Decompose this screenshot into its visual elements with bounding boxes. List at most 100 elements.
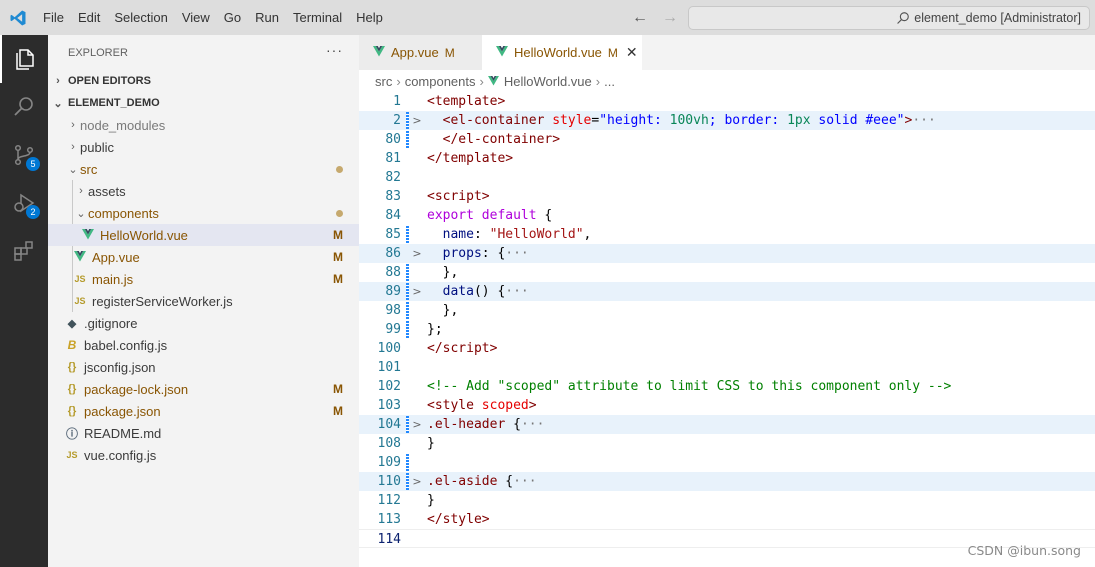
code-line: 113 </style>	[359, 510, 1095, 529]
tree-item-label: jsconfig.json	[84, 359, 156, 375]
tree-item-label: vue.config.js	[84, 447, 157, 463]
tree-item-gitignore[interactable]: ◆ .gitignore	[48, 312, 359, 334]
tree-item-label: public	[80, 139, 114, 155]
menu-go[interactable]: Go	[217, 0, 248, 35]
search-activity[interactable]	[0, 83, 48, 131]
code-editor[interactable]: 1 <template> 2 > <el-container style="he…	[359, 92, 1095, 567]
line-number: 103	[377, 398, 401, 413]
tree-item-label: App.vue	[92, 249, 140, 265]
run-debug-activity[interactable]: 2	[0, 179, 48, 227]
tree-item-app-vue[interactable]: App.vue M	[48, 246, 359, 268]
breadcrumb-file[interactable]: HelloWorld.vue	[504, 74, 592, 89]
code-line: 86 > props: {···	[359, 244, 1095, 263]
modified-dot-icon	[336, 209, 343, 217]
tree-item-label: node_modules	[80, 117, 166, 133]
tree-item-assets[interactable]: › assets	[48, 180, 359, 202]
line-number: 99	[385, 322, 401, 337]
tree-item-registerserviceworker-js[interactable]: JS registerServiceWorker.js	[48, 290, 359, 312]
code-text: name: "HelloWorld",	[442, 227, 592, 242]
modified-dot-icon	[336, 165, 343, 173]
code-text: },	[427, 303, 459, 318]
line-number: 101	[377, 360, 401, 375]
chevron-down-icon: ⌄	[68, 163, 78, 176]
tab-helloworld-vue[interactable]: HelloWorld.vue M ✕	[482, 35, 642, 70]
menu-edit[interactable]: Edit	[71, 0, 107, 35]
line-number: 114	[377, 532, 401, 547]
fold-chevron-icon[interactable]: >	[411, 111, 423, 130]
line-number: 80	[385, 132, 401, 147]
git-change-marker	[406, 226, 409, 243]
tree-item-label: .gitignore	[84, 315, 138, 331]
line-number: 2	[393, 113, 401, 128]
code-line: 82	[359, 168, 1095, 187]
search-text: element_demo [Administrator]	[914, 11, 1081, 25]
tree-item-src[interactable]: ⌄ src	[48, 158, 359, 180]
babel-file-icon: B	[67, 338, 77, 352]
code-line: 103 <style scoped>	[359, 396, 1095, 415]
back-arrow-icon[interactable]: ←	[632, 9, 648, 27]
chevron-right-icon: ›	[396, 73, 401, 89]
line-number: 98	[385, 303, 401, 318]
line-number: 83	[385, 189, 401, 204]
tree-item-package-lock-json[interactable]: {} package-lock.json M	[48, 378, 359, 400]
menu-view[interactable]: View	[175, 0, 217, 35]
chevron-right-icon: ›	[71, 119, 75, 131]
menu-selection[interactable]: Selection	[107, 0, 174, 35]
tree-item-helloworld-vue[interactable]: HelloWorld.vue M	[48, 224, 359, 246]
fold-chevron-icon[interactable]: >	[411, 415, 423, 434]
forward-arrow-icon[interactable]: →	[662, 9, 678, 27]
tree-item-label: src	[80, 161, 98, 177]
close-icon[interactable]: ✕	[626, 44, 638, 61]
tree-item-vue-config-js[interactable]: JS vue.config.js	[48, 444, 359, 466]
project-section[interactable]: ⌄ ELEMENT_DEMO	[48, 92, 359, 114]
code-text: .el-header {···	[427, 417, 545, 432]
tree-item-package-json[interactable]: {} package.json M	[48, 400, 359, 422]
line-number: 86	[385, 246, 401, 261]
files-icon	[16, 49, 34, 70]
modified-status: M	[333, 382, 343, 396]
activity-bar: 5 2	[0, 35, 48, 567]
code-line: 98 },	[359, 301, 1095, 320]
tree-item-node-modules[interactable]: › node_modules	[48, 114, 359, 136]
extensions-activity[interactable]	[0, 227, 48, 275]
git-file-icon: ◆	[67, 317, 77, 330]
menu-run[interactable]: Run	[248, 0, 286, 35]
more-actions-icon[interactable]: ···	[326, 42, 343, 58]
tree-item-public[interactable]: › public	[48, 136, 359, 158]
fold-chevron-icon[interactable]: >	[411, 282, 423, 301]
code-text: <el-container style="height: 100vh; bord…	[442, 113, 936, 128]
line-number: 110	[377, 474, 401, 489]
open-editors-section[interactable]: › OPEN EDITORS	[48, 70, 359, 92]
fold-chevron-icon[interactable]: >	[411, 244, 423, 263]
command-center-search[interactable]: element_demo [Administrator]	[688, 6, 1090, 30]
menu-file[interactable]: File	[36, 0, 71, 35]
breadcrumb-src[interactable]: src	[375, 74, 392, 89]
line-number: 84	[385, 208, 401, 223]
chevron-down-icon: ⌄	[76, 207, 86, 220]
tree-item-babel-config-js[interactable]: B babel.config.js	[48, 334, 359, 356]
tree-item-readme-md[interactable]: ⓘ README.md	[48, 422, 359, 444]
git-change-marker	[406, 131, 409, 148]
explorer-activity[interactable]	[0, 35, 48, 83]
git-change-marker	[406, 112, 409, 129]
tree-item-jsconfig-json[interactable]: {} jsconfig.json	[48, 356, 359, 378]
breadcrumb-components[interactable]: components	[405, 74, 476, 89]
tree-item-label: HelloWorld.vue	[100, 227, 188, 243]
modified-status: M	[333, 404, 343, 418]
menu-terminal[interactable]: Terminal	[286, 0, 349, 35]
tree-item-components[interactable]: ⌄ components	[48, 202, 359, 224]
code-text: }	[427, 493, 435, 508]
breadcrumb-symbols[interactable]: ...	[604, 74, 615, 89]
code-text: props: {···	[442, 246, 529, 261]
tab-app-vue[interactable]: App.vue M	[359, 35, 482, 70]
git-change-marker	[406, 416, 409, 433]
menu-help[interactable]: Help	[349, 0, 390, 35]
run-debug-badge: 2	[26, 205, 40, 219]
tab-modified-status: M	[607, 45, 618, 60]
js-file-icon: JS	[74, 274, 86, 284]
code-line: 108 }	[359, 434, 1095, 453]
code-line: 109	[359, 453, 1095, 472]
fold-chevron-icon[interactable]: >	[411, 472, 423, 491]
tree-item-main-js[interactable]: JS main.js M	[48, 268, 359, 290]
source-control-activity[interactable]: 5	[0, 131, 48, 179]
